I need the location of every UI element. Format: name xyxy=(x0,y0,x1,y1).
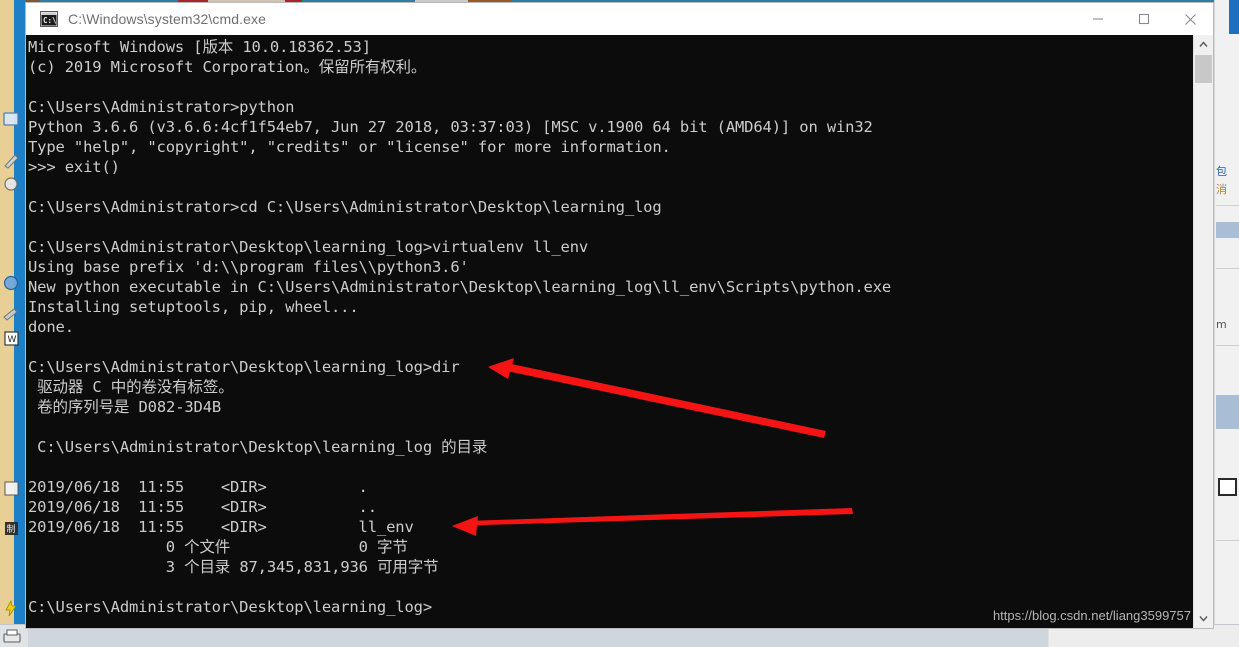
desktop-icon-word[interactable]: W xyxy=(2,330,21,347)
background-right-divider-1 xyxy=(1216,205,1239,206)
background-right-text-3: m xyxy=(1216,318,1227,331)
scrollbar-up-arrow-button[interactable] xyxy=(1194,35,1213,54)
titlebar[interactable]: C:\ C:\Windows\system32\cmd.exe xyxy=(26,3,1213,35)
background-app-right-accent xyxy=(1229,0,1239,34)
background-right-divider-4 xyxy=(1216,540,1239,541)
background-right-text-1: 包 xyxy=(1216,165,1227,178)
console-text: Microsoft Windows [版本 10.0.18362.53] (c)… xyxy=(28,38,892,616)
watermark-text: https://blog.csdn.net/liang3599757 xyxy=(992,608,1191,623)
background-right-chip-1 xyxy=(1216,222,1239,238)
scrollbar-thumb[interactable] xyxy=(1195,55,1212,83)
screen-root: W 制 包 消 m C:\ C:\Windows\system32\cmd.ex… xyxy=(0,0,1239,647)
desktop-icon-folder[interactable] xyxy=(2,110,21,127)
desktop-icon-flash[interactable] xyxy=(2,599,21,617)
desktop-left-accent xyxy=(0,0,14,647)
background-right-divider-2 xyxy=(1216,268,1239,269)
desktop-icon-document[interactable] xyxy=(2,152,21,169)
desktop-icon-label[interactable]: 制 xyxy=(2,520,21,537)
desktop-icon-notepad[interactable] xyxy=(2,480,21,497)
console-scrollbar[interactable] xyxy=(1193,35,1213,628)
background-right-text-2: 消 xyxy=(1216,183,1227,196)
scrollbar-down-arrow-button[interactable] xyxy=(1194,609,1213,628)
cmd-console-icon: C:\ xyxy=(40,11,58,27)
cmd-window: C:\ C:\Windows\system32\cmd.exe Microsof… xyxy=(26,3,1213,628)
desktop-icon-app[interactable] xyxy=(2,176,21,193)
window-title: C:\Windows\system32\cmd.exe xyxy=(68,11,266,27)
close-button[interactable] xyxy=(1167,3,1213,35)
desktop-bottom-bar-right xyxy=(1049,625,1239,647)
background-right-chip-2 xyxy=(1216,395,1239,429)
desktop-icon-browser[interactable] xyxy=(2,275,21,292)
desktop-icon-shortcut[interactable] xyxy=(2,305,21,322)
window-controls xyxy=(1075,3,1213,35)
maximize-button[interactable] xyxy=(1121,3,1167,35)
printer-icon[interactable] xyxy=(1,628,23,646)
svg-text:C:\: C:\ xyxy=(43,16,57,25)
console-output-area[interactable]: Microsoft Windows [版本 10.0.18362.53] (c)… xyxy=(26,35,1213,628)
minimize-button[interactable] xyxy=(1075,3,1121,35)
background-right-checkbox[interactable] xyxy=(1218,478,1237,496)
desktop-bottom-bar-active xyxy=(28,625,1048,647)
svg-text:制: 制 xyxy=(7,523,16,535)
background-right-divider-3 xyxy=(1216,345,1239,346)
svg-text:W: W xyxy=(8,335,17,345)
desktop-left-band xyxy=(0,0,26,647)
